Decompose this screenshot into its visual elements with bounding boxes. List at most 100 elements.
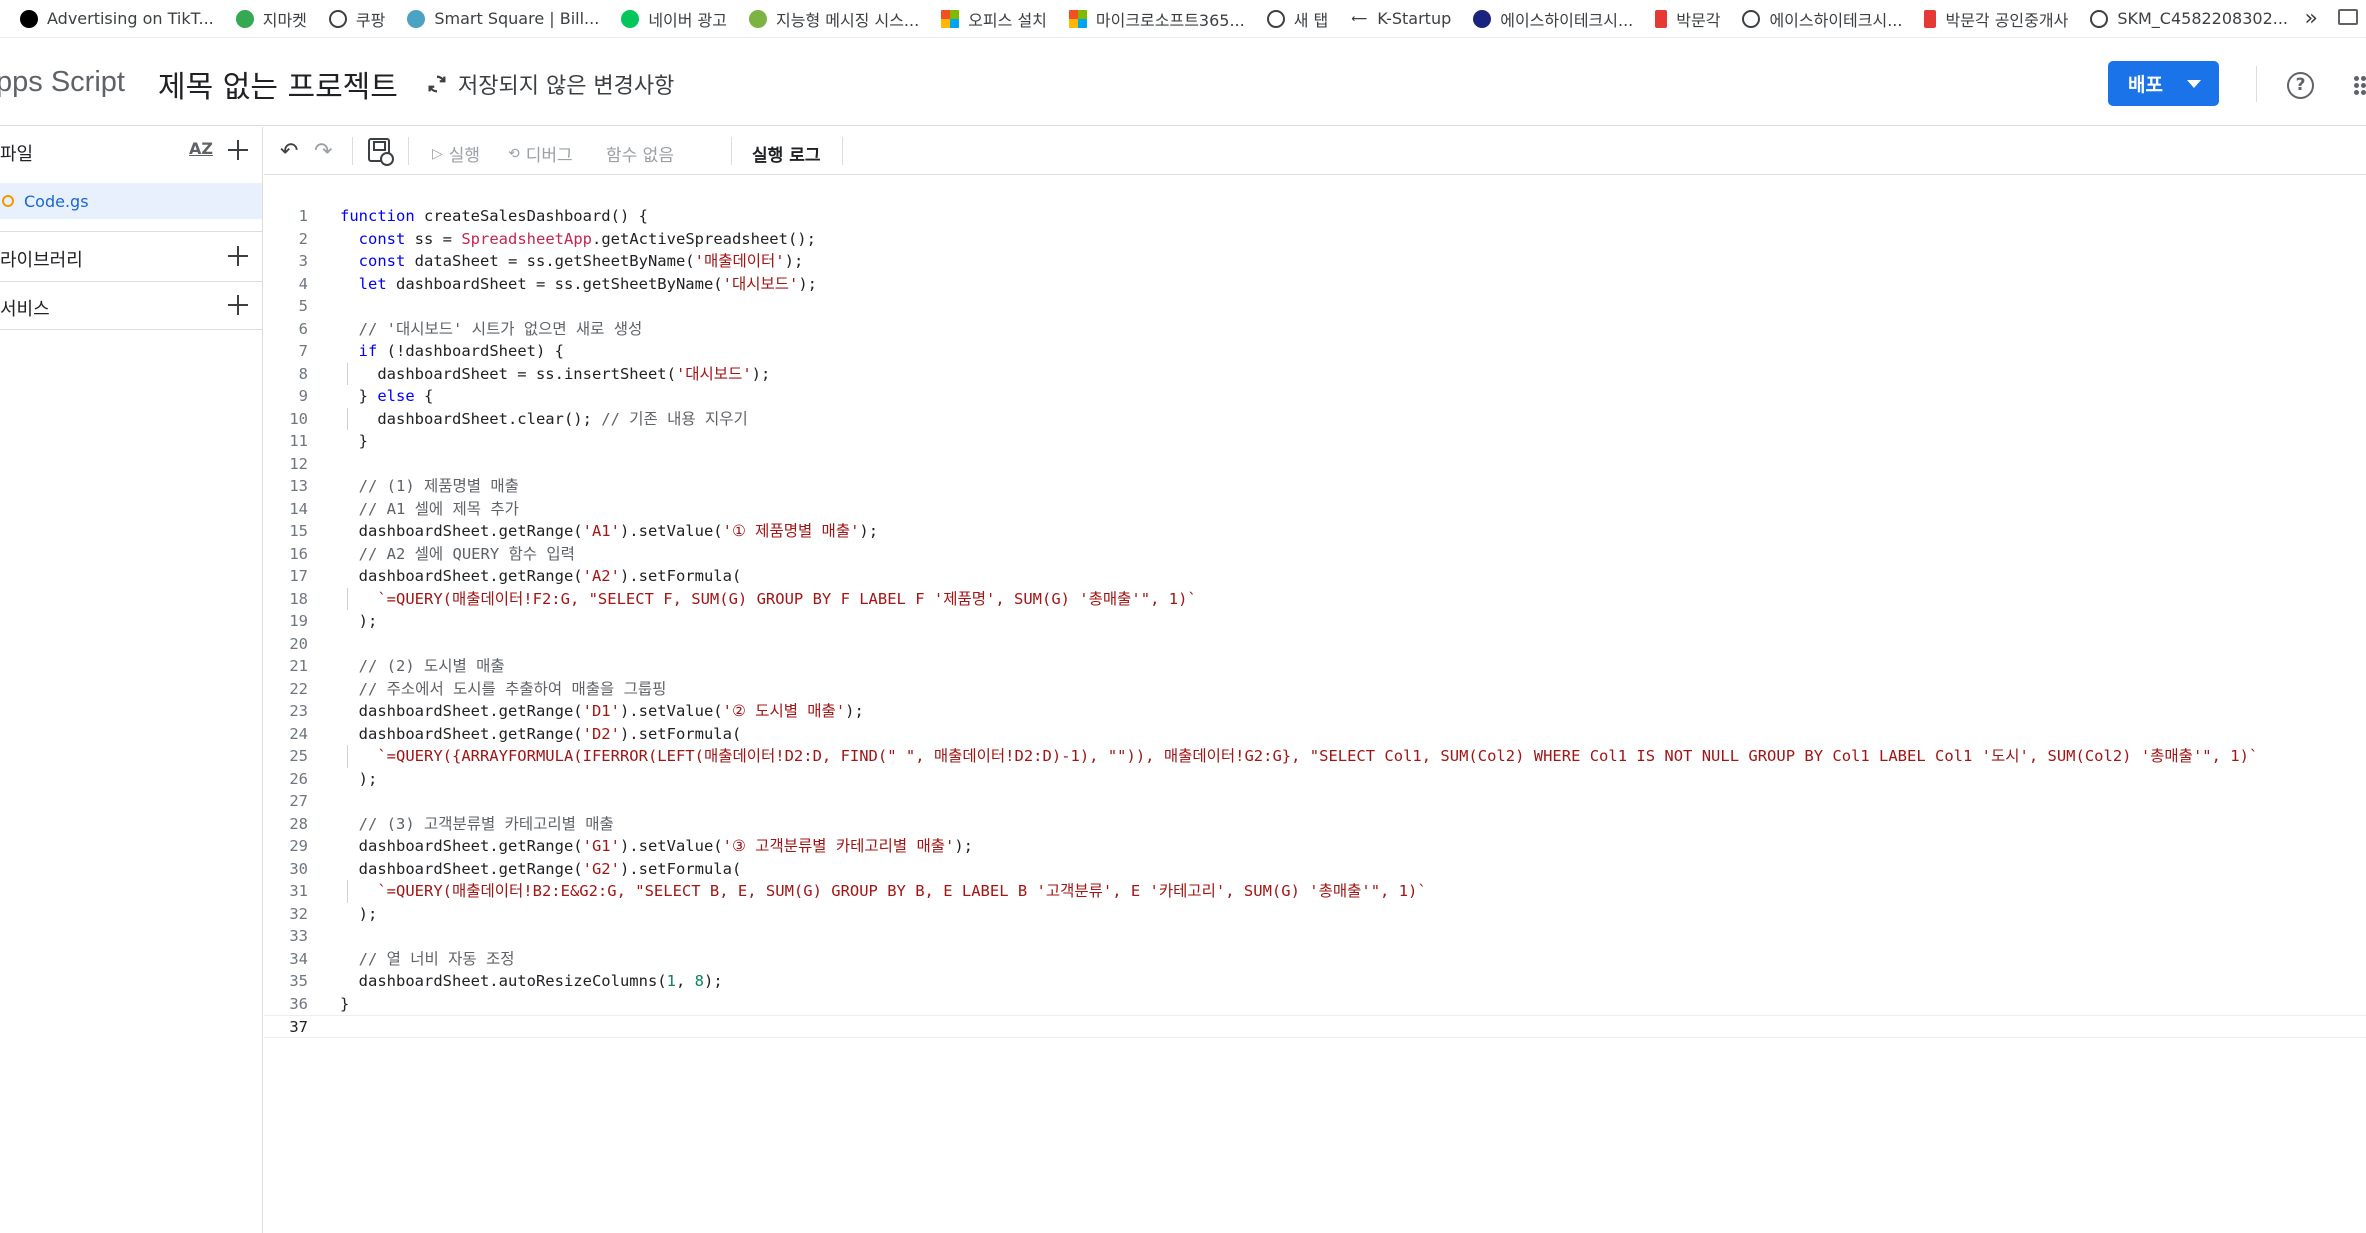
code-line[interactable]: 29 dashboardSheet.getRange('G1').setValu…	[264, 835, 2366, 858]
code-lines[interactable]: 1 function createSalesDashboard() {2 cons…	[264, 205, 2366, 1038]
function-select-label: 함수 없음	[606, 146, 674, 166]
line-number: 12	[289, 454, 308, 473]
bookmark-item[interactable]: 오피스 설치	[941, 7, 1047, 31]
code-text: // (3) 고객분류별 카테고리별 매출	[358, 814, 614, 833]
bookmark-item[interactable]: 네이버 광고	[621, 7, 727, 31]
unsaved-status: 저장되지 않은 변경사항	[426, 68, 674, 100]
code-line[interactable]: 4 let dashboardSheet = ss.getSheetByName…	[264, 273, 2366, 296]
code-line[interactable]: 36}	[264, 993, 2366, 1016]
arrow-icon: ⟵	[1351, 12, 1368, 25]
code-text: dashboardSheet.getRange('A2').setFormula…	[340, 567, 742, 585]
code-line[interactable]: 6 // '대시보드' 시트가 없으면 새로 생성	[264, 318, 2366, 341]
code-line[interactable]: 35 dashboardSheet.autoResizeColumns(1, 8…	[264, 970, 2366, 993]
code-text: let dashboardSheet = ss.getSheetByName('…	[358, 274, 818, 293]
code-line[interactable]: 7 if (!dashboardSheet) {	[264, 340, 2366, 363]
code-line[interactable]: 27	[264, 790, 2366, 813]
line-number: 4	[298, 274, 308, 293]
bookmark-item[interactable]: 박문각 공인중개사	[1924, 7, 2068, 31]
code-line[interactable]: 20	[264, 633, 2366, 656]
redo-icon[interactable]: ↷	[314, 139, 332, 164]
code-editor[interactable]: 1 function createSalesDashboard() {2 cons…	[264, 176, 2366, 1233]
app-header: pps Script 제목 없는 프로젝트 저장되지 않은 변경사항 배포 ?	[0, 38, 2366, 126]
function-select[interactable]: 함수 없음	[606, 141, 674, 166]
bookmark-item[interactable]: 새 탭	[1266, 7, 1329, 31]
code-text: // (1) 제품명별 매출	[358, 477, 519, 495]
bookmark-label: 새 탭	[1293, 10, 1329, 30]
file-item-code-gs[interactable]: Code.gs	[0, 183, 262, 219]
code-line[interactable]: 25 `=QUERY({ARRAYFORMULA(IFERROR(LEFT(매출…	[264, 745, 2366, 768]
code-line[interactable]: 31 `=QUERY(매출데이터!B2:E&G2:G, "SELECT B, E…	[264, 880, 2366, 903]
bookmark-item[interactable]: 에이스하이테크시...	[1742, 7, 1902, 31]
code-line[interactable]: 14 // A1 셀에 제목 추가	[264, 498, 2366, 521]
line-number: 14	[289, 499, 308, 518]
code-text: }	[340, 994, 350, 1013]
code-text: function createSalesDashboard() {	[340, 207, 648, 225]
libraries-section[interactable]: 라이브러리	[0, 233, 263, 281]
code-line[interactable]: 30 dashboardSheet.getRange('G2').setForm…	[264, 858, 2366, 881]
code-line[interactable]: 33	[264, 925, 2366, 948]
bookmark-item[interactable]: 지마켓	[235, 7, 307, 31]
more-bookmarks-icon[interactable]: »	[2305, 6, 2318, 31]
bookmark-item[interactable]: 마이크로소프트365...	[1068, 7, 1245, 31]
code-line[interactable]: 24 dashboardSheet.getRange('D2').setForm…	[264, 723, 2366, 746]
code-line[interactable]: 8 dashboardSheet = ss.insertSheet('대시보드'…	[264, 362, 2366, 385]
code-line[interactable]: 16 // A2 셀에 QUERY 함수 입력	[264, 543, 2366, 566]
line-number: 17	[289, 567, 308, 585]
bookmark-item[interactable]: 쿠팡	[328, 7, 385, 31]
bookmark-label: SKM_C4582208302...	[2117, 9, 2289, 28]
code-line[interactable]: 5	[264, 295, 2366, 318]
bookmark-item[interactable]: SKM_C4582208302...	[2090, 9, 2288, 28]
bookmark-item[interactable]: ⟵ K-Startup	[1350, 9, 1451, 28]
caret-down-icon	[2187, 80, 2201, 88]
code-line[interactable]: 9 } else {	[264, 385, 2366, 408]
deploy-label: 배포	[2128, 74, 2163, 96]
code-text: dashboardSheet = ss.insertSheet('대시보드');	[340, 364, 771, 383]
debug-button[interactable]: ⟲ 디버그	[508, 141, 573, 167]
code-line[interactable]: 18 `=QUERY(매출데이터!F2:G, "SELECT F, SUM(G)…	[264, 587, 2366, 610]
deploy-button[interactable]: 배포	[2108, 61, 2219, 106]
bookmark-item[interactable]: 에이스하이테크시...	[1473, 7, 1633, 31]
bookmark-item[interactable]: Advertising on TikT...	[20, 9, 214, 28]
code-line[interactable]: 10 dashboardSheet.clear(); // 기존 내용 지우기	[264, 407, 2366, 430]
undo-icon[interactable]: ↶	[280, 139, 298, 164]
sort-az-icon[interactable]: AZ	[189, 139, 213, 158]
code-line[interactable]: 2 const ss = SpreadsheetApp.getActiveSpr…	[264, 228, 2366, 251]
help-icon[interactable]: ?	[2287, 72, 2314, 99]
code-line[interactable]: 3 const dataSheet = ss.getSheetByName('매…	[264, 250, 2366, 273]
run-button[interactable]: ▷ 실행	[432, 141, 480, 167]
code-line[interactable]: 26 );	[264, 768, 2366, 791]
app-title[interactable]: pps Script	[0, 66, 125, 99]
apps-grid-icon[interactable]	[2354, 76, 2366, 96]
add-file-icon[interactable]	[227, 139, 249, 161]
bookmark-item[interactable]: 박문각	[1655, 7, 1720, 31]
code-line[interactable]: 17 dashboardSheet.getRange('A2').setForm…	[264, 565, 2366, 588]
code-line[interactable]: 12	[264, 453, 2366, 476]
code-line[interactable]: 37	[264, 1015, 2366, 1038]
code-line[interactable]: 34 // 열 너비 자동 조정	[264, 948, 2366, 971]
code-line[interactable]: 22 // 주소에서 도시를 추출하여 매출을 그룹핑	[264, 678, 2366, 701]
project-title[interactable]: 제목 없는 프로젝트	[158, 62, 398, 106]
bookmark-item[interactable]: Smart Square | Bill...	[407, 9, 599, 28]
code-line[interactable]: 23 dashboardSheet.getRange('D1').setValu…	[264, 700, 2366, 723]
code-line[interactable]: 13 // (1) 제품명별 매출	[264, 475, 2366, 498]
code-line[interactable]: 19 );	[264, 610, 2366, 633]
bookmark-label: Smart Square | Bill...	[434, 9, 600, 28]
services-section[interactable]: 서비스	[0, 282, 263, 330]
code-line[interactable]: 32 );	[264, 903, 2366, 926]
add-service-icon[interactable]	[227, 294, 249, 316]
code-line[interactable]: 21 // (2) 도시별 매출	[264, 655, 2366, 678]
bookmark-folder-icon[interactable]	[2338, 9, 2358, 25]
bookmark-item[interactable]: 지능형 메시징 시스...	[749, 7, 919, 31]
bookmark-label: 에이스하이테크시...	[1500, 10, 1634, 30]
code-line[interactable]: 15 dashboardSheet.getRange('A1').setValu…	[264, 520, 2366, 543]
add-library-icon[interactable]	[227, 245, 249, 267]
code-line[interactable]: 28 // (3) 고객분류별 카테고리별 매출	[264, 813, 2366, 836]
line-number: 5	[298, 297, 308, 315]
save-project-icon[interactable]	[368, 138, 394, 166]
execution-log-button[interactable]: 실행 로그	[752, 141, 820, 166]
unsaved-label: 저장되지 않은 변경사항	[458, 74, 675, 99]
code-line[interactable]: 1 function createSalesDashboard() {	[264, 205, 2366, 228]
line-number: 10	[289, 409, 308, 428]
toolbar-divider	[842, 137, 843, 165]
code-line[interactable]: 11 }	[264, 430, 2366, 453]
